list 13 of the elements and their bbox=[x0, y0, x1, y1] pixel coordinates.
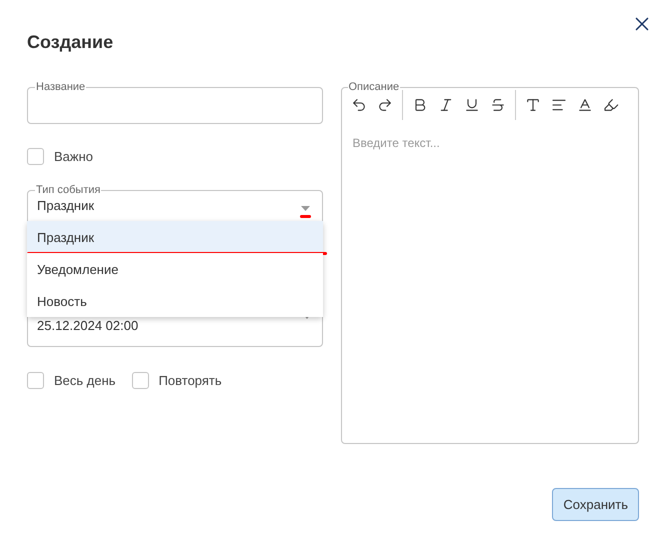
checkbox-label: Важно bbox=[54, 149, 94, 164]
checkbox-label: Повторять bbox=[158, 373, 222, 388]
name-field[interactable]: Название bbox=[27, 82, 322, 124]
placeholder-text: Введите текст... bbox=[352, 136, 440, 150]
dialog-title: Создание bbox=[27, 32, 114, 54]
checkbox[interactable] bbox=[27, 148, 44, 165]
checkbox-label: Весь день bbox=[54, 373, 116, 388]
menu-option[interactable]: Новость bbox=[27, 285, 322, 317]
checkbox[interactable] bbox=[27, 372, 44, 389]
checkbox[interactable] bbox=[132, 372, 149, 389]
description-editor[interactable]: Описание Введите текст... bbox=[340, 82, 639, 444]
menu-option[interactable]: Уведомление bbox=[27, 253, 322, 285]
save-button[interactable]: Сохранить bbox=[552, 488, 639, 521]
